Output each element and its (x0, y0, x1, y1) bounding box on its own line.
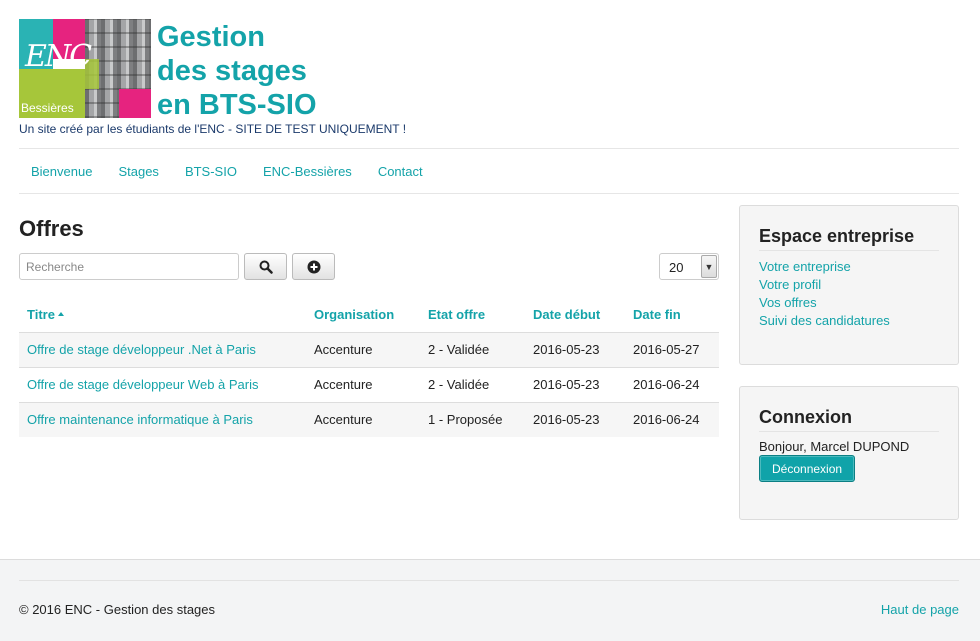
offer-status: 1 - Proposée (420, 402, 525, 437)
offer-end-date: 2016-05-27 (625, 332, 719, 368)
site-title-line: des stages (157, 55, 307, 87)
footer-divider (19, 580, 959, 581)
search-icon (259, 260, 273, 274)
connexion-title: Connexion (759, 407, 852, 427)
offer-title-link[interactable]: Offre de stage développeur Web à Paris (19, 367, 306, 403)
logo-subtext: Bessières (21, 101, 74, 115)
table-row: Offre maintenance informatique à Paris A… (19, 402, 719, 437)
nav-item-bts-sio[interactable]: BTS-SIO (172, 164, 250, 179)
add-offer-button[interactable] (292, 253, 335, 280)
page-size-select[interactable]: 20 ▼ (659, 253, 719, 280)
site-logo[interactable]: ENC Bessières (19, 19, 151, 118)
link-votre-profil[interactable]: Votre profil (759, 276, 890, 294)
search-input[interactable] (19, 253, 239, 280)
site-title-line: Gestion (157, 21, 265, 53)
link-suivi-candidatures[interactable]: Suivi des candidatures (759, 312, 890, 330)
plus-circle-icon (307, 260, 320, 273)
nav-item-stages[interactable]: Stages (105, 164, 171, 179)
page-size-value: 20 (669, 260, 684, 275)
search-button[interactable] (244, 253, 287, 280)
offer-status: 2 - Validée (420, 367, 525, 403)
nav-item-contact[interactable]: Contact (365, 164, 436, 179)
column-header-label: Titre (27, 307, 55, 323)
nav-item-bienvenue[interactable]: Bienvenue (19, 164, 105, 179)
column-header-date-fin[interactable]: Date fin (625, 298, 719, 333)
sort-ascending-icon (57, 311, 64, 316)
panel-divider (759, 431, 939, 432)
site-title-line: en BTS-SIO (157, 89, 317, 121)
connexion-panel: Connexion Bonjour, Marcel DUPOND Déconne… (739, 386, 959, 520)
table-row: Offre de stage développeur Web à Paris A… (19, 367, 719, 403)
table-header-row: Titre Organisation Etat offre Date début… (19, 298, 719, 333)
logo-enc-text: ENC (25, 39, 92, 74)
espace-entreprise-links: Votre entreprise Votre profil Vos offres… (759, 258, 890, 330)
offer-start-date: 2016-05-23 (525, 402, 625, 437)
offer-organisation: Accenture (306, 367, 420, 403)
page-title: Offres (19, 216, 84, 241)
espace-entreprise-title: Espace entreprise (759, 226, 915, 246)
main-nav: Bienvenue Stages BTS-SIO ENC-Bessières C… (19, 149, 436, 193)
chevron-down-icon[interactable]: ▼ (701, 255, 717, 278)
nav-divider-bottom (19, 193, 959, 194)
site-title: Gestion des stages en BTS-SIO (157, 20, 317, 122)
espace-entreprise-panel: Espace entreprise Votre entreprise Votre… (739, 205, 959, 365)
link-votre-entreprise[interactable]: Votre entreprise (759, 258, 890, 276)
column-header-date-debut[interactable]: Date début (525, 298, 625, 333)
column-header-titre[interactable]: Titre (19, 298, 306, 333)
offer-title-link[interactable]: Offre maintenance informatique à Paris (19, 402, 306, 437)
offer-status: 2 - Validée (420, 332, 525, 368)
offer-start-date: 2016-05-23 (525, 367, 625, 403)
nav-item-enc-bessieres[interactable]: ENC-Bessières (250, 164, 365, 179)
column-header-organisation[interactable]: Organisation (306, 298, 420, 333)
offer-title-link[interactable]: Offre de stage développeur .Net à Paris (19, 332, 306, 368)
offer-organisation: Accenture (306, 402, 420, 437)
offers-table: Titre Organisation Etat offre Date début… (19, 298, 719, 437)
footer-copyright: © 2016 ENC - Gestion des stages (19, 602, 216, 617)
offer-organisation: Accenture (306, 332, 420, 368)
link-vos-offres[interactable]: Vos offres (759, 294, 890, 312)
panel-divider (759, 250, 939, 251)
site-tagline: Un site créé par les étudiants de l'ENC … (19, 122, 407, 136)
offer-end-date: 2016-06-24 (625, 367, 719, 403)
user-greeting: Bonjour, Marcel DUPOND (759, 439, 910, 454)
offer-end-date: 2016-06-24 (625, 402, 719, 437)
column-header-etat-offre[interactable]: Etat offre (420, 298, 525, 333)
table-row: Offre de stage développeur .Net à Paris … (19, 332, 719, 368)
offer-start-date: 2016-05-23 (525, 332, 625, 368)
back-to-top-link[interactable]: Haut de page (881, 602, 959, 617)
page-container: ENC Bessières Gestion des stages en BTS-… (0, 0, 980, 560)
logout-button[interactable]: Déconnexion (759, 455, 856, 482)
